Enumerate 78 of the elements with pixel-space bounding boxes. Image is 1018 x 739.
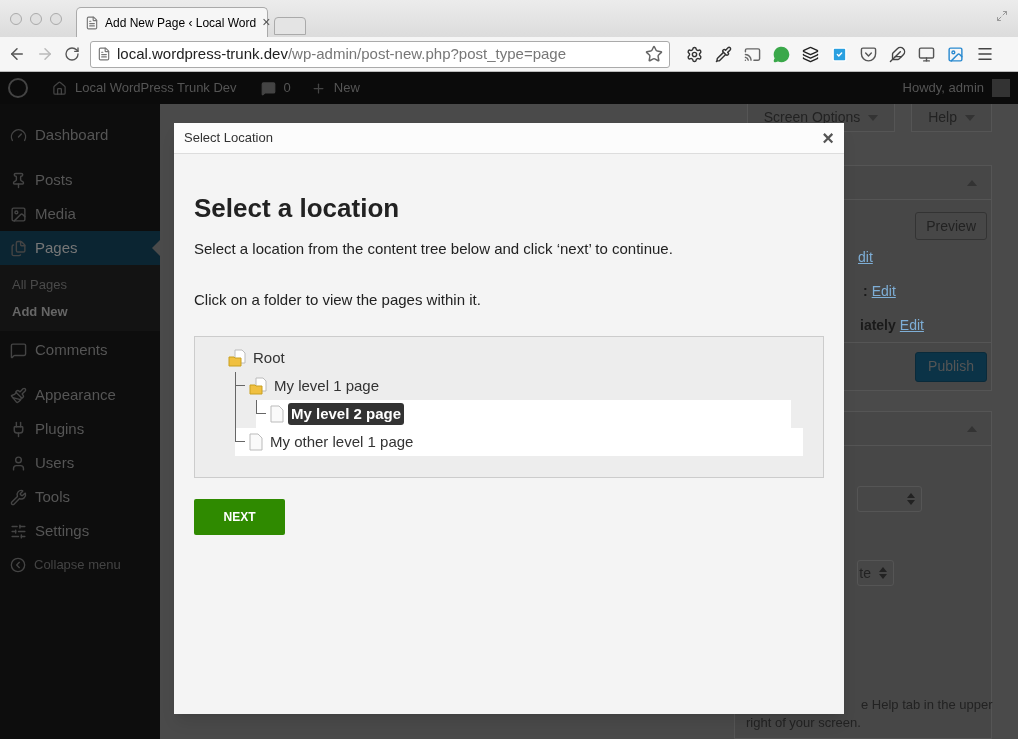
menu-item[interactable]: Tools <box>0 480 160 514</box>
dialog-heading: Select a location <box>194 192 401 224</box>
plus-icon[interactable] <box>310 80 326 96</box>
folder-icon <box>249 377 267 395</box>
menu-item[interactable]: Comments <box>0 333 160 367</box>
menu-icon[interactable] <box>976 45 994 63</box>
menu-item[interactable]: Plugins <box>0 412 160 446</box>
menu-item[interactable]: Appearance <box>0 378 160 412</box>
tree-label: My level 1 page <box>273 375 381 396</box>
menu-item[interactable]: Pages <box>0 231 160 265</box>
publish-button[interactable]: Publish <box>915 351 987 382</box>
page-icon <box>85 15 99 30</box>
layers-icon[interactable] <box>802 45 819 63</box>
sliders-icon <box>10 522 27 540</box>
tree-label: Root <box>252 347 286 368</box>
menu-item[interactable]: Users <box>0 446 160 480</box>
folder-icon <box>228 349 246 367</box>
menu-item[interactable]: Settings <box>0 514 160 548</box>
dialog-title: Select Location <box>184 129 273 148</box>
updown-arrows-icon <box>879 567 887 579</box>
forward-icon[interactable] <box>36 45 54 63</box>
edit-link[interactable]: dit <box>858 246 873 268</box>
monitor-icon[interactable] <box>918 45 935 63</box>
new-tab-button[interactable] <box>274 17 306 35</box>
menu-item[interactable]: Dashboard <box>0 118 160 152</box>
close-window-icon[interactable] <box>10 12 22 25</box>
address-bar[interactable]: local.wordpress-trunk.dev/wp-admin/post-new.php?post_type=page <box>90 40 670 68</box>
url-text: local.wordpress-trunk.dev/wp-admin/post-new.php?post_type=page <box>117 43 566 64</box>
checkbox-icon[interactable] <box>831 45 848 63</box>
setting-label: : <box>863 281 868 301</box>
submenu-item[interactable]: Add New <box>0 298 160 325</box>
next-button[interactable]: NEXT <box>194 499 285 535</box>
reload-icon[interactable] <box>64 46 80 62</box>
cast-icon[interactable] <box>744 45 761 63</box>
browser-tab[interactable]: Add New Page ‹ Local Word × <box>76 7 268 37</box>
page-icon <box>97 47 111 61</box>
tree-label: My level 2 page <box>288 402 405 426</box>
collapse-icon[interactable] <box>10 557 26 573</box>
pin-icon <box>10 171 27 189</box>
edit-link[interactable]: Edit <box>899 314 924 336</box>
pocket-icon[interactable] <box>860 45 877 63</box>
gauge-icon <box>10 126 27 144</box>
wrench-icon <box>10 488 27 506</box>
menu-item[interactable]: Media <box>0 197 160 231</box>
tree-label: My other level 1 page <box>269 431 415 452</box>
tree-row[interactable]: My other level 1 page <box>235 428 803 456</box>
home-icon[interactable] <box>52 80 67 96</box>
zoom-window-icon[interactable] <box>50 12 62 25</box>
edit-link[interactable]: Edit <box>871 280 896 302</box>
updown-arrows-icon <box>907 493 915 505</box>
dropdown-select[interactable] <box>857 486 922 512</box>
page-icon <box>270 405 284 423</box>
instruction-text: Click on a folder to view the pages within it. <box>194 289 482 310</box>
gear-icon[interactable] <box>686 45 703 63</box>
eyedropper-icon[interactable] <box>715 45 732 63</box>
speech-bubble-icon <box>10 341 27 359</box>
menu-item[interactable]: Posts <box>0 163 160 197</box>
image-icon[interactable] <box>947 45 964 63</box>
tree-row[interactable]: My level 2 page <box>256 400 791 428</box>
user-icon <box>10 454 27 472</box>
speech-bubble-icon[interactable] <box>260 80 276 96</box>
minimize-window-icon[interactable] <box>30 12 42 25</box>
fullscreen-icon[interactable] <box>996 10 1008 22</box>
back-icon[interactable] <box>8 45 26 63</box>
image-icon <box>10 205 27 223</box>
paintbrush-icon <box>10 386 27 404</box>
speech-balloon-icon[interactable] <box>773 45 790 63</box>
greeting-link[interactable]: Howdy, admin <box>902 78 984 98</box>
bookmark-star-icon[interactable] <box>645 45 663 63</box>
page-icon <box>249 433 263 451</box>
site-name-link[interactable]: Local WordPress Trunk Dev <box>75 78 237 98</box>
tab-title: Add New Page ‹ Local Word <box>105 14 257 32</box>
new-link[interactable]: New <box>333 78 360 98</box>
comment-count[interactable]: 0 <box>283 78 291 98</box>
tab-close-button[interactable]: × <box>262 12 271 33</box>
instruction-text: Select a location from the content tree below and click ‘next’ to continue. <box>194 239 674 259</box>
feather-icon[interactable] <box>889 45 906 63</box>
pages-icon <box>10 239 27 257</box>
